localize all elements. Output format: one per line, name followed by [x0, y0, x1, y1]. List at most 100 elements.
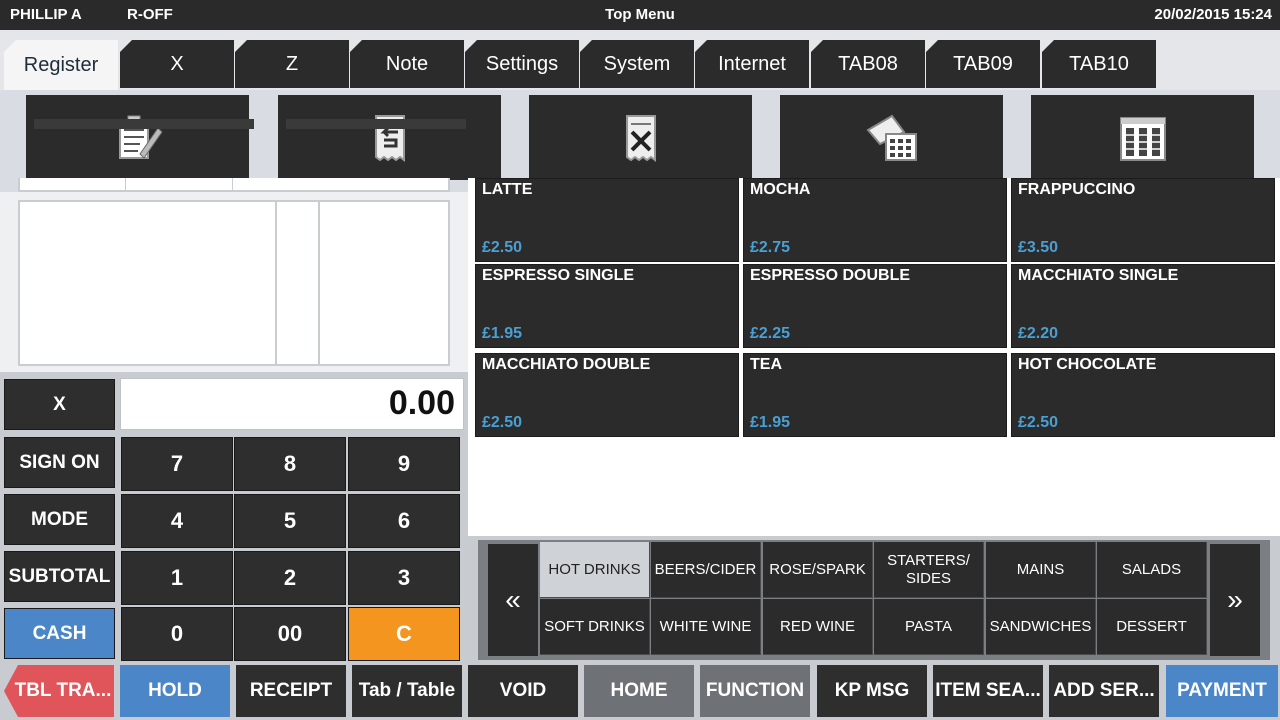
chevron-left-icon: « — [505, 584, 521, 615]
home-button[interactable]: HOME — [584, 665, 694, 717]
x-key[interactable]: X — [4, 379, 115, 430]
product-hot-chocolate[interactable]: HOT CHOCOLATE £2.50 — [1011, 353, 1275, 437]
product-price: £3.50 — [1018, 239, 1059, 256]
table-layout-icon — [865, 114, 917, 161]
receipt-area — [0, 192, 468, 372]
category-mains[interactable]: MAINS — [986, 542, 1096, 598]
product-mocha[interactable]: MOCHA £2.75 — [743, 178, 1007, 262]
product-frappuccino[interactable]: FRAPPUCCINO £3.50 — [1011, 178, 1275, 262]
key-8[interactable]: 8 — [234, 437, 346, 491]
category-soft-drinks[interactable]: SOFT DRINKS — [540, 599, 650, 655]
category-dessert[interactable]: DESSERT — [1097, 599, 1207, 655]
product-name: ESPRESSO DOUBLE — [750, 267, 911, 284]
key-0[interactable]: 0 — [121, 607, 233, 661]
key-1[interactable]: 1 — [121, 551, 233, 605]
tab-tab09[interactable]: TAB09 — [926, 40, 1040, 88]
key-9[interactable]: 9 — [348, 437, 460, 491]
product-name: MOCHA — [750, 181, 811, 198]
tab-system[interactable]: System — [580, 40, 694, 88]
tab-internet[interactable]: Internet — [695, 40, 809, 88]
tab-strip: Register X Z Note Settings System Intern… — [0, 30, 1280, 90]
table-layout-button[interactable] — [780, 95, 1003, 180]
category-prev-button[interactable]: « — [488, 544, 538, 656]
tab-settings[interactable]: Settings — [465, 40, 579, 88]
tab-note[interactable]: Note — [350, 40, 464, 88]
table-transfer-button[interactable]: TBL TRA... — [4, 665, 114, 717]
category-hot-drinks[interactable]: HOT DRINKS — [540, 542, 650, 598]
product-macchiato-double[interactable]: MACCHIATO DOUBLE £2.50 — [475, 353, 739, 437]
tab-z[interactable]: Z — [235, 40, 349, 88]
clear-key[interactable]: C — [348, 607, 460, 661]
screen-title: Top Menu — [605, 6, 675, 23]
sign-on-button[interactable]: SIGN ON — [4, 437, 115, 488]
product-name: TEA — [750, 356, 782, 373]
category-rose-spark[interactable]: ROSE/SPARK — [763, 542, 873, 598]
product-price: £1.95 — [750, 414, 791, 431]
subtotal-button[interactable]: SUBTOTAL — [4, 551, 115, 602]
category-red-wine[interactable]: RED WINE — [763, 599, 873, 655]
category-salads[interactable]: SALADS — [1097, 542, 1207, 598]
hold-button[interactable]: HOLD — [120, 665, 230, 717]
product-macchiato-single[interactable]: MACCHIATO SINGLE £2.20 — [1011, 264, 1275, 348]
item-search-button[interactable]: ITEM SEA... — [933, 665, 1043, 717]
tab-register[interactable]: Register — [4, 40, 118, 90]
key-6[interactable]: 6 — [348, 494, 460, 548]
function-bar — [0, 90, 1280, 182]
key-5[interactable]: 5 — [234, 494, 346, 548]
receipt-list[interactable] — [18, 200, 450, 366]
function-button[interactable]: FUNCTION — [700, 665, 810, 717]
product-name: HOT CHOCOLATE — [1018, 356, 1157, 373]
receipt-button[interactable]: RECEIPT — [236, 665, 346, 717]
status-bar: PHILLIP A R-OFF Top Menu 20/02/2015 15:2… — [0, 0, 1280, 30]
mode-button[interactable]: MODE — [4, 494, 115, 545]
cash-button[interactable]: CASH — [4, 608, 115, 659]
chevron-right-icon: » — [1227, 584, 1243, 615]
date-time: 20/02/2015 15:24 — [1154, 6, 1272, 23]
product-tea[interactable]: TEA £1.95 — [743, 353, 1007, 437]
receipt-void-button[interactable] — [529, 95, 752, 180]
clipboard-edit-icon — [118, 115, 163, 159]
product-espresso-double[interactable]: ESPRESSO DOUBLE £2.25 — [743, 264, 1007, 348]
product-price: £2.25 — [750, 325, 791, 342]
category-white-wine[interactable]: WHITE WINE — [651, 599, 761, 655]
tab-tab10[interactable]: TAB10 — [1042, 40, 1156, 88]
key-4[interactable]: 4 — [121, 494, 233, 548]
product-name: MACCHIATO DOUBLE — [482, 356, 651, 373]
product-name: LATTE — [482, 181, 533, 198]
payment-button[interactable]: PAYMENT — [1166, 665, 1278, 717]
product-price: £1.95 — [482, 325, 523, 342]
product-latte[interactable]: LATTE £2.50 — [475, 178, 739, 262]
receipt-return-button[interactable] — [278, 95, 501, 180]
category-starters-sides[interactable]: STARTERS/ SIDES — [874, 542, 984, 598]
add-service-button[interactable]: ADD SER... — [1049, 665, 1159, 717]
product-price: £2.75 — [750, 239, 791, 256]
receipt-return-icon — [374, 114, 405, 162]
product-name: ESPRESSO SINGLE — [482, 267, 635, 284]
report-chart-icon — [1119, 116, 1166, 161]
void-button[interactable]: VOID — [468, 665, 578, 717]
product-espresso-single[interactable]: ESPRESSO SINGLE £1.95 — [475, 264, 739, 348]
key-3[interactable]: 3 — [348, 551, 460, 605]
tab-table-button[interactable]: Tab / Table — [352, 665, 462, 717]
key-2[interactable]: 2 — [234, 551, 346, 605]
key-00[interactable]: 00 — [234, 607, 346, 661]
category-next-button[interactable]: » — [1210, 544, 1260, 656]
product-name: FRAPPUCCINO — [1018, 181, 1136, 198]
receipt-void-icon — [625, 114, 656, 162]
product-price: £2.20 — [1018, 325, 1059, 342]
clipboard-edit-button[interactable] — [26, 95, 254, 180]
kp-msg-button[interactable]: KP MSG — [817, 665, 927, 717]
key-7[interactable]: 7 — [121, 437, 233, 491]
tab-x[interactable]: X — [120, 40, 234, 88]
product-price: £2.50 — [1018, 414, 1059, 431]
tab-tab08[interactable]: TAB08 — [811, 40, 925, 88]
amount-display: 0.00 — [120, 378, 464, 430]
product-name: MACCHIATO SINGLE — [1018, 267, 1179, 284]
category-pasta[interactable]: PASTA — [874, 599, 984, 655]
product-price: £2.50 — [482, 414, 523, 431]
category-sandwiches[interactable]: SANDWICHES — [986, 599, 1096, 655]
report-chart-button[interactable] — [1031, 95, 1254, 180]
receipt-header — [18, 178, 450, 192]
category-beers-cider[interactable]: BEERS/CIDER — [651, 542, 761, 598]
product-price: £2.50 — [482, 239, 523, 256]
